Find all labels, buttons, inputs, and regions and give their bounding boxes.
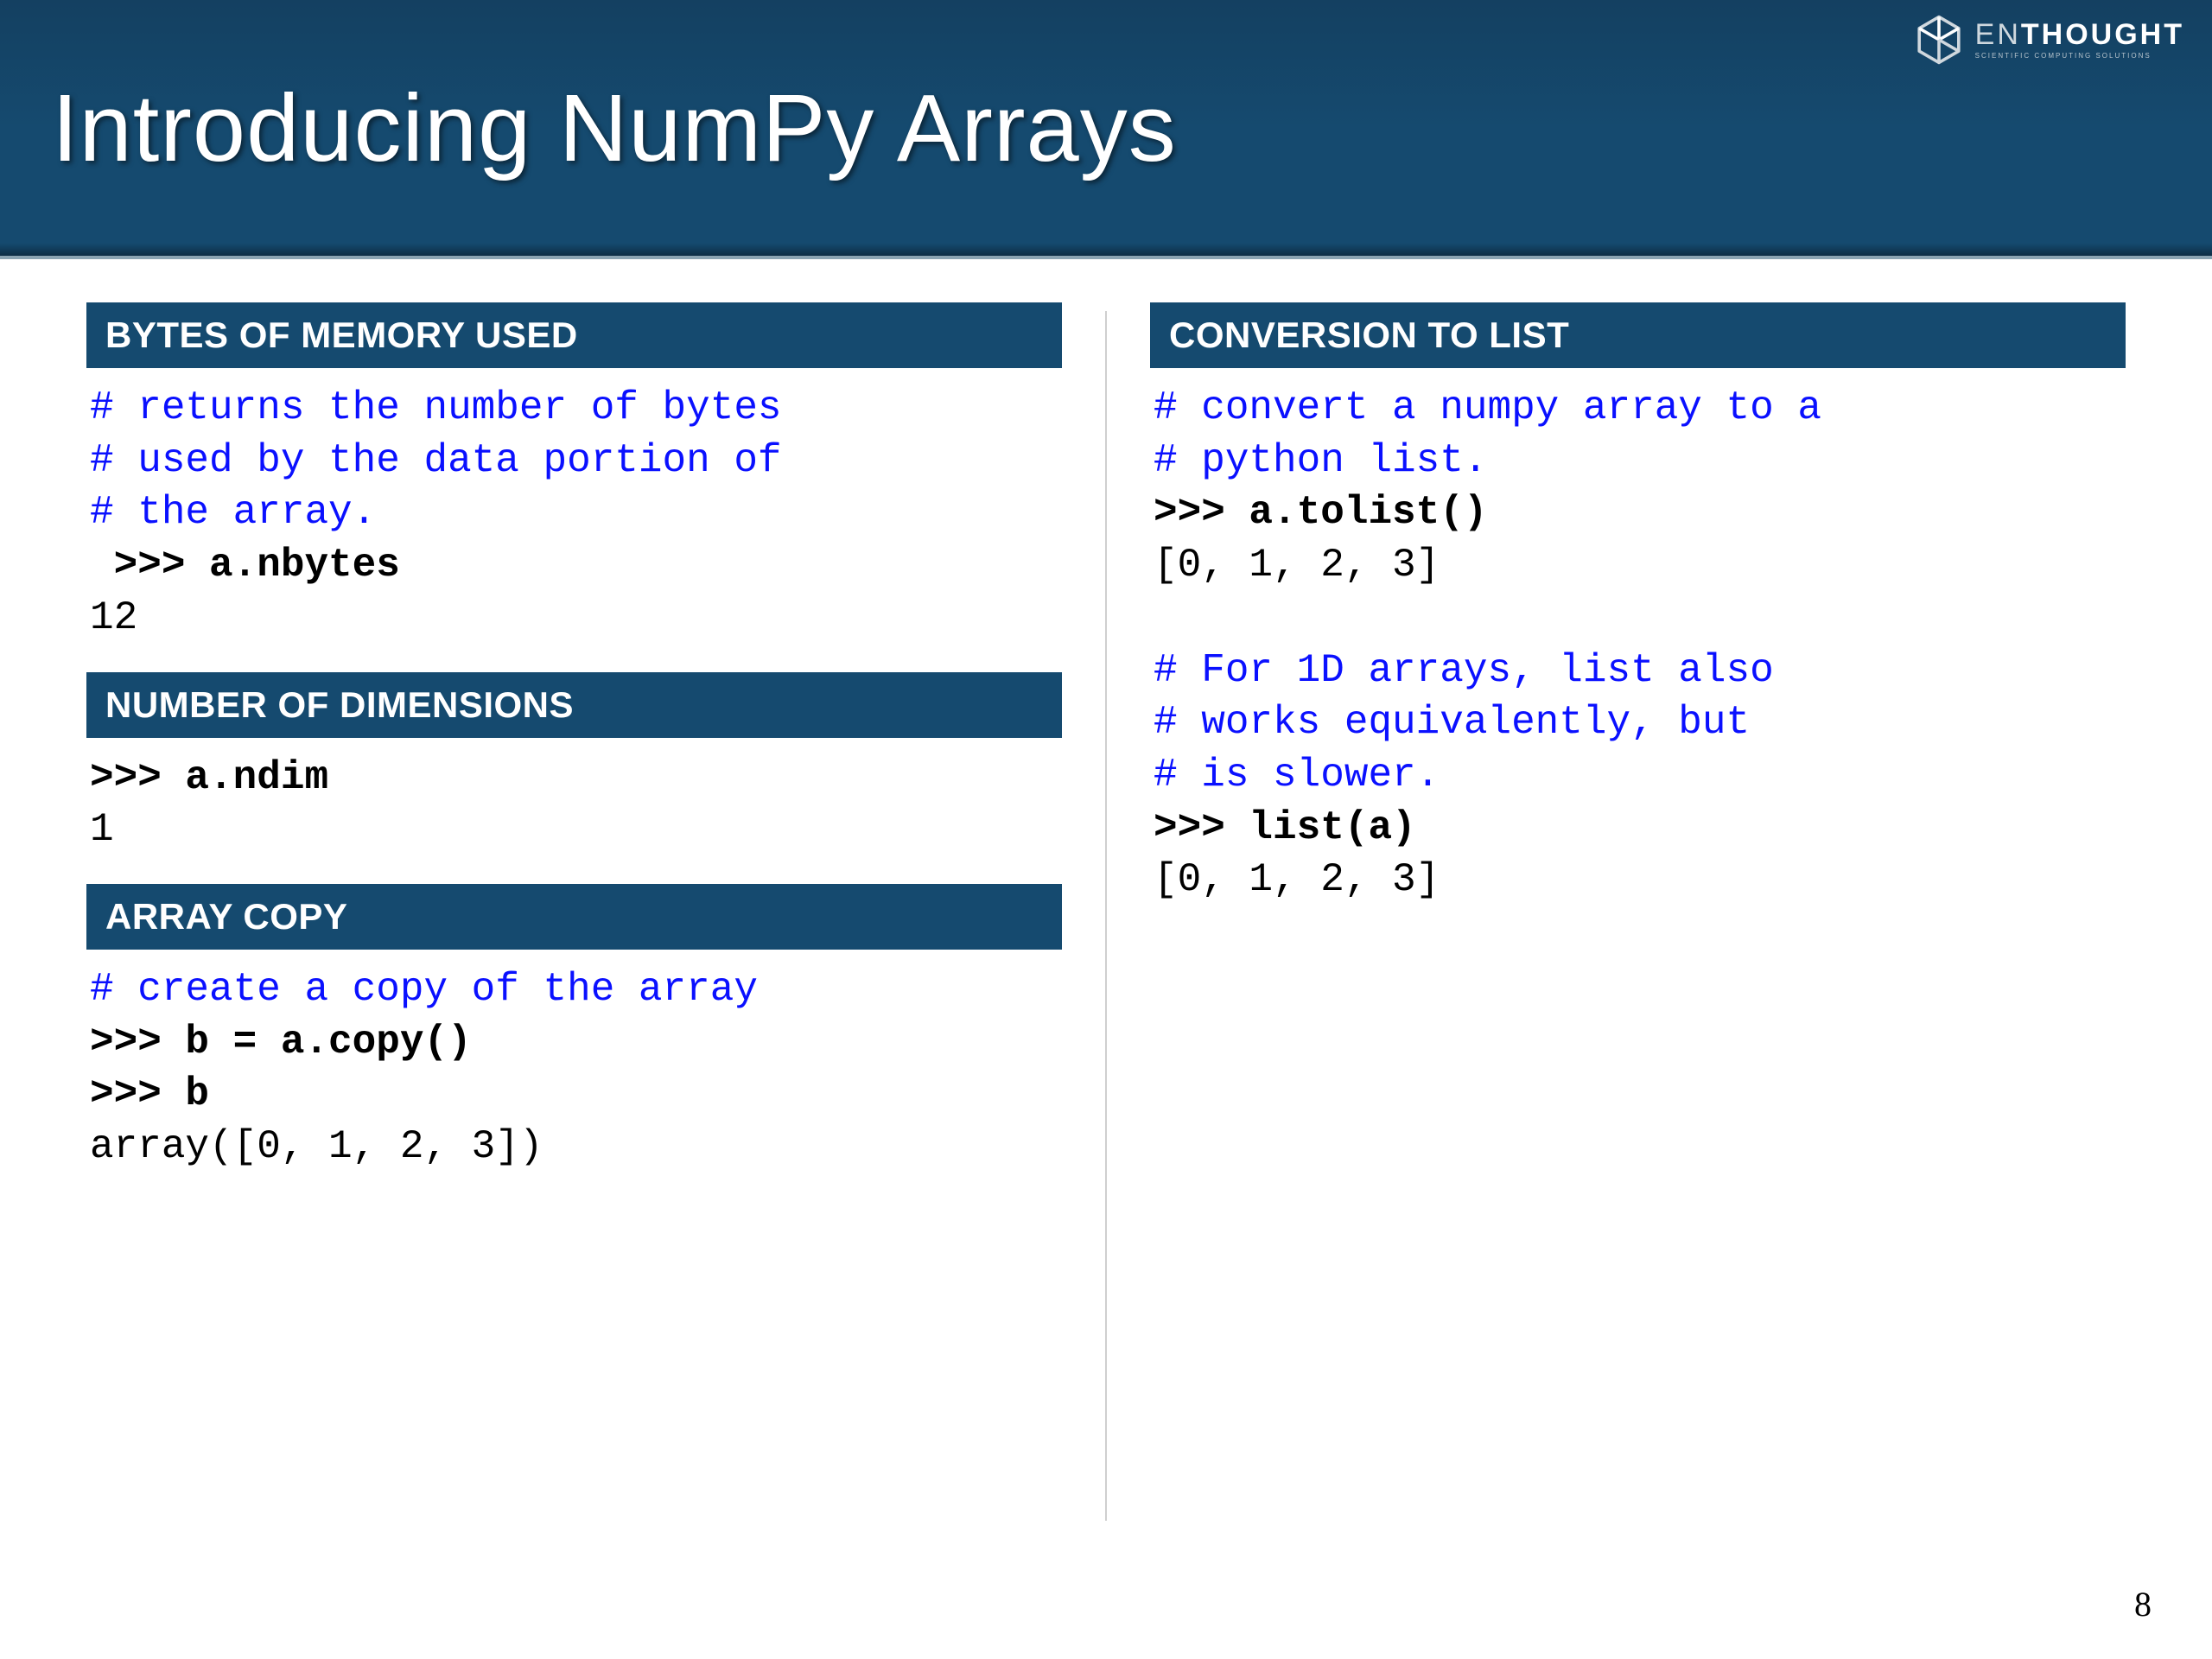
code-block-tolist: # convert a numpy array to a # python li… <box>1150 377 2126 934</box>
page-number: 8 <box>2134 1584 2152 1624</box>
left-column: BYTES OF MEMORY USED # returns the numbe… <box>60 302 1088 1521</box>
logo-text: ENTHOUGHT SCIENTIFIC COMPUTING SOLUTIONS <box>1975 20 2184 60</box>
slide-title: Introducing NumPy Arrays <box>52 73 1177 183</box>
title-bar: Introducing NumPy Arrays ENTHOUGHT SCIEN… <box>0 0 2212 259</box>
column-divider <box>1105 311 1107 1521</box>
slide: Introducing NumPy Arrays ENTHOUGHT SCIEN… <box>0 0 2212 1659</box>
code-block-bytes: # returns the number of bytes # used by … <box>86 377 1062 672</box>
section-header-bytes: BYTES OF MEMORY USED <box>86 302 1062 368</box>
brand-logo: ENTHOUGHT SCIENTIFIC COMPUTING SOLUTIONS <box>1913 14 2184 66</box>
logo-tagline: SCIENTIFIC COMPUTING SOLUTIONS <box>1975 53 2184 60</box>
right-column: CONVERSION TO LIST # convert a numpy arr… <box>1124 302 2152 1521</box>
section-header-tolist: CONVERSION TO LIST <box>1150 302 2126 368</box>
code-block-ndim: >>> a.ndim 1 <box>86 747 1062 884</box>
section-header-ndim: NUMBER OF DIMENSIONS <box>86 672 1062 738</box>
logo-brand: ENTHOUGHT <box>1975 20 2184 49</box>
content-area: BYTES OF MEMORY USED # returns the numbe… <box>0 259 2212 1521</box>
logo-icon <box>1913 14 1965 66</box>
code-block-copy: # create a copy of the array >>> b = a.c… <box>86 958 1062 1201</box>
section-header-copy: ARRAY COPY <box>86 884 1062 950</box>
